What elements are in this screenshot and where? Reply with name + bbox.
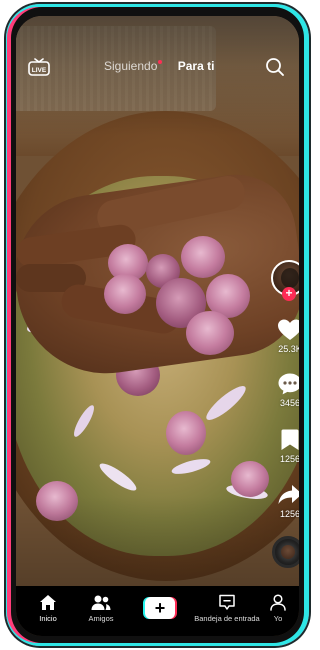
create-button[interactable]: + [143, 597, 177, 619]
comment-count: 3456 [279, 398, 299, 408]
nav-home[interactable]: Inicio [18, 594, 78, 623]
flower [186, 311, 234, 355]
bookmark-icon [281, 429, 299, 450]
live-tv-icon[interactable]: LIVE [28, 58, 50, 76]
flower [166, 411, 206, 455]
creator-avatar-group[interactable]: + [271, 260, 299, 306]
flower [181, 236, 225, 278]
video-background[interactable] [16, 16, 299, 636]
nav-friends-label: Amigos [88, 614, 114, 623]
friends-icon [91, 595, 111, 610]
flower [231, 461, 269, 497]
comment-button[interactable]: 3456 [267, 372, 299, 408]
like-button[interactable]: 25.3K [267, 318, 299, 354]
music-disc-icon[interactable] [272, 536, 299, 568]
flower [104, 274, 146, 314]
comment-icon [278, 373, 299, 395]
video-feed-screen[interactable]: LIVE Siguiendo Para ti + 25.3K 3456 1256… [16, 16, 299, 636]
bottom-nav: Inicio Amigos + Bandeja de entrada Yo [16, 586, 299, 636]
create-plus-icon: + [145, 597, 175, 619]
phone-frame: LIVE Siguiendo Para ti + 25.3K 3456 1256… [6, 4, 309, 646]
live-label: LIVE [32, 67, 47, 74]
bookmark-button[interactable]: 1256 [267, 428, 299, 464]
nav-profile-label: Yo [273, 614, 283, 623]
share-icon [278, 485, 299, 504]
search-icon[interactable] [265, 57, 285, 77]
profile-icon [270, 594, 286, 611]
follow-button[interactable]: + [282, 287, 296, 301]
tab-following[interactable]: Siguiendo [104, 59, 157, 73]
home-icon [40, 595, 56, 610]
share-count: 1256 [279, 509, 299, 519]
top-bar: LIVE Siguiendo Para ti [16, 56, 299, 80]
share-button[interactable]: 1256 [267, 483, 299, 519]
heart-icon [278, 319, 299, 340]
inbox-icon [219, 594, 235, 610]
like-count: 25.3K [278, 344, 299, 354]
nav-inbox-label: Bandeja de entrada [194, 614, 260, 623]
nav-profile[interactable]: Yo [256, 594, 299, 623]
nav-friends[interactable]: Amigos [71, 594, 131, 623]
nav-home-label: Inicio [39, 614, 57, 623]
new-content-dot [158, 60, 163, 64]
nav-inbox[interactable]: Bandeja de entrada [191, 594, 263, 623]
tab-for-you[interactable]: Para ti [178, 59, 215, 73]
feed-tabs: Siguiendo Para ti [104, 59, 214, 73]
bookmark-count: 1256 [279, 454, 299, 464]
